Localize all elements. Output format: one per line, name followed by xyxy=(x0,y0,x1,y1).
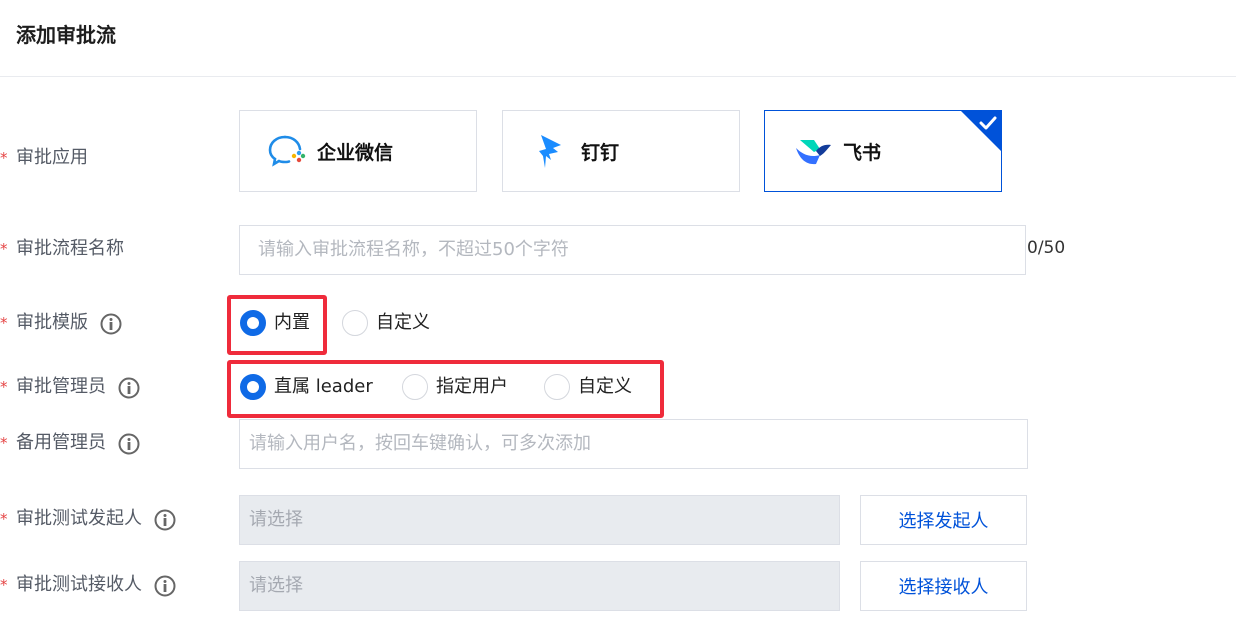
test-initiator-label: * 审批测试发起人 xyxy=(0,507,176,531)
info-icon[interactable] xyxy=(118,377,140,399)
wecom-icon xyxy=(267,131,307,171)
backup-admin-input[interactable]: 请输入用户名，按回车键确认，可多次添加 xyxy=(239,419,1028,469)
selected-check-icon xyxy=(961,111,1001,151)
page-title: 添加审批流 xyxy=(16,23,116,47)
char-counter: 0/50 xyxy=(1027,238,1066,258)
info-icon[interactable] xyxy=(154,575,176,597)
app-name: 飞书 xyxy=(843,141,882,164)
app-name: 企业微信 xyxy=(317,141,394,164)
required-mark: * xyxy=(0,149,8,167)
backup-admin-label: * 备用管理员 xyxy=(0,431,140,455)
flow-name-label: * 审批流程名称 xyxy=(0,238,124,259)
radio-dot xyxy=(342,310,368,336)
flow-name-input[interactable]: 请输入审批流程名称，不超过50个字符 xyxy=(239,225,1026,275)
select-receiver-button[interactable]: 选择接收人 xyxy=(860,561,1027,611)
template-label: * 审批模版 xyxy=(0,311,122,335)
test-initiator-select: 请选择 xyxy=(239,495,840,545)
highlight-box-admin xyxy=(227,360,664,418)
page-header: 添加审批流 xyxy=(0,0,1236,77)
admin-label: * 审批管理员 xyxy=(0,375,140,399)
highlight-box-template xyxy=(227,295,327,355)
app-name: 钉钉 xyxy=(581,141,620,164)
info-icon[interactable] xyxy=(100,313,122,335)
select-initiator-button[interactable]: 选择发起人 xyxy=(860,495,1027,545)
test-receiver-label: * 审批测试接收人 xyxy=(0,573,176,597)
info-icon[interactable] xyxy=(118,433,140,455)
feishu-icon xyxy=(793,131,833,171)
app-card-wecom[interactable]: 企业微信 xyxy=(239,110,477,192)
approval-app-label: * 审批应用 xyxy=(0,147,88,168)
test-receiver-select: 请选择 xyxy=(239,561,840,611)
dingtalk-icon xyxy=(531,131,571,171)
info-icon[interactable] xyxy=(154,509,176,531)
template-radio-custom[interactable]: 自定义 xyxy=(342,310,430,336)
app-card-dingtalk[interactable]: 钉钉 xyxy=(502,110,740,192)
app-card-feishu[interactable]: 飞书 xyxy=(764,110,1002,192)
